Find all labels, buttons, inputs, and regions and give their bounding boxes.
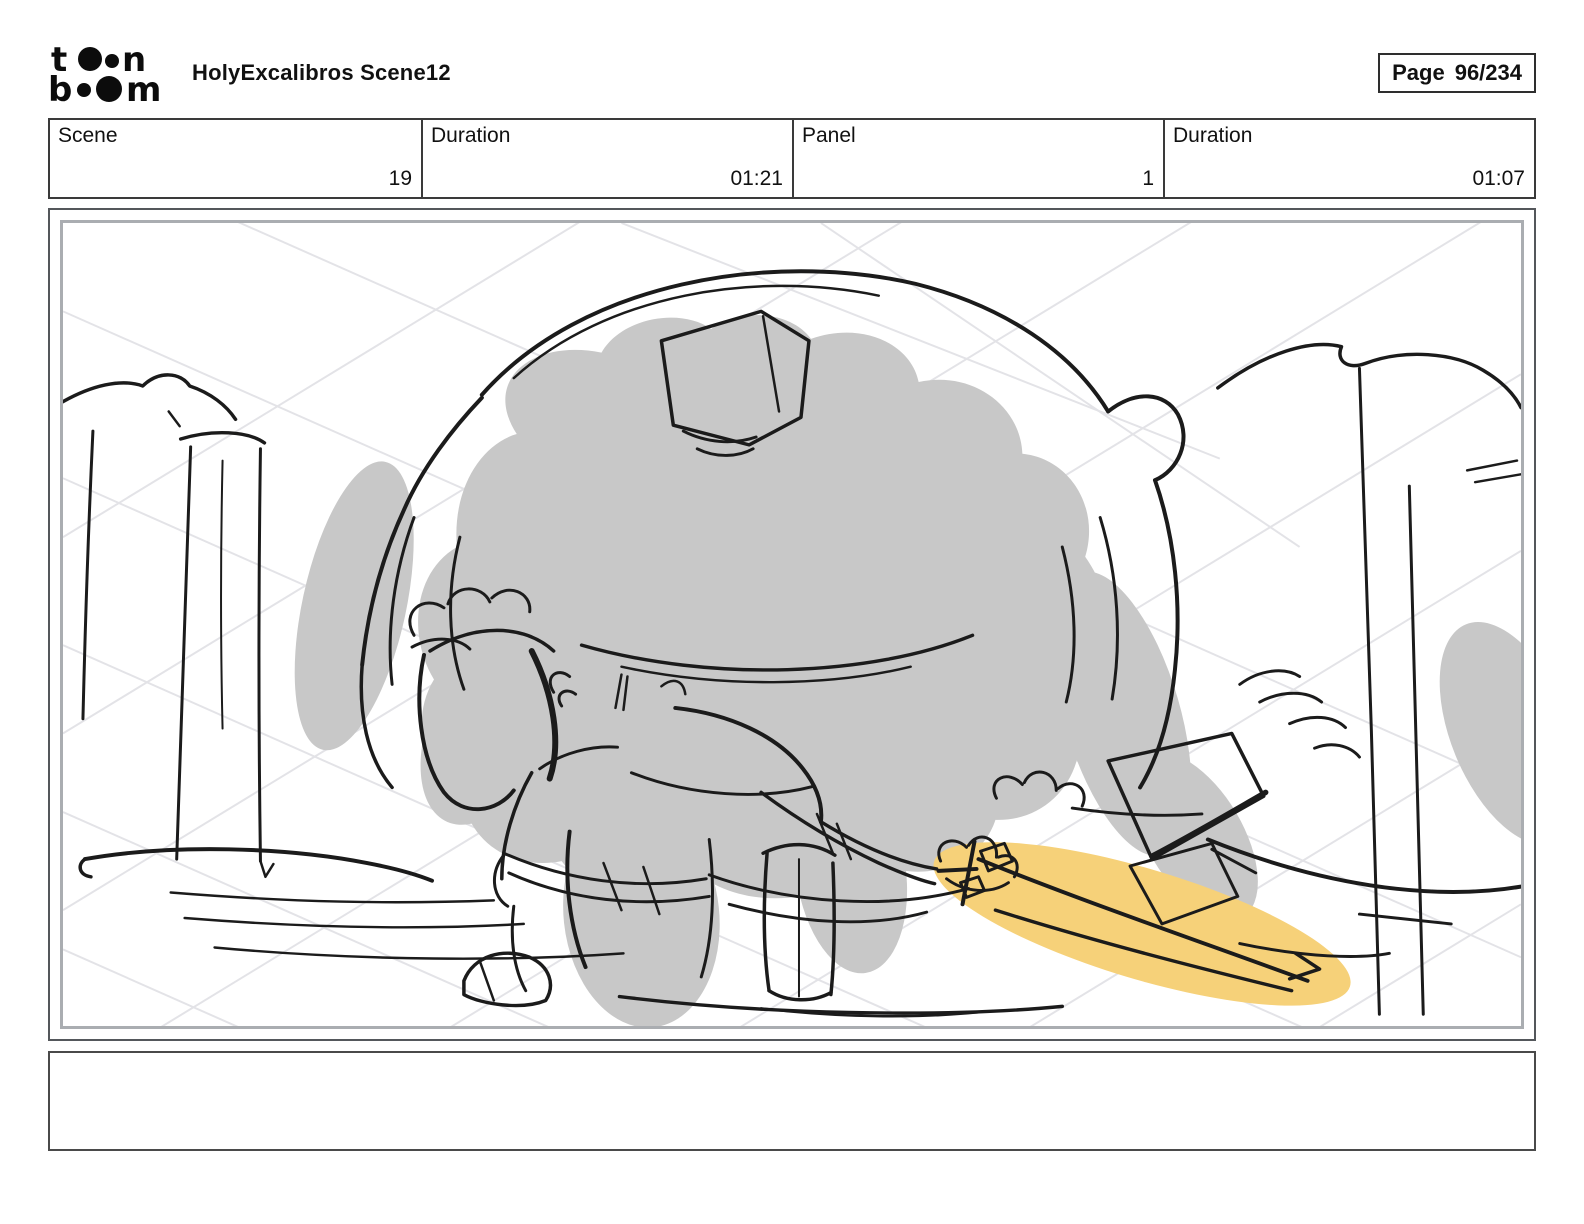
scene-duration-cell: Duration 01:21: [421, 120, 792, 197]
scene-value: 19: [388, 167, 412, 190]
brand-block: t n b m HolyExcalibros Scene12: [48, 41, 451, 105]
logo-dot-small-1: [105, 54, 119, 68]
logo-letter-m: m: [126, 70, 161, 105]
project-title: HolyExcalibros Scene12: [192, 60, 451, 85]
logo-dot-small-2: [77, 83, 91, 97]
page-indicator: Page 96/234: [1378, 53, 1536, 93]
panel-label: Panel: [802, 124, 856, 147]
scene-cell: Scene 19: [50, 120, 421, 197]
panel-duration-value: 01:07: [1472, 167, 1525, 190]
panel-value: 1: [1142, 167, 1154, 190]
golem-torso-shade: [418, 315, 1110, 899]
scene-label: Scene: [58, 124, 118, 147]
panel-duration-label: Duration: [1173, 124, 1253, 147]
golem-far-right-arm-shade: [1439, 622, 1521, 845]
scene-info-row: Scene 19 Duration 01:21 Panel 1 Duration…: [48, 118, 1536, 199]
page-label: Page: [1392, 60, 1445, 85]
logo-dot-large-2: [96, 76, 122, 102]
storyboard-panel-frame: [60, 220, 1524, 1029]
panel-duration-cell: Duration 01:07: [1163, 120, 1534, 197]
page-header: t n b m HolyExcalibros Scene12 Page 96/2…: [48, 40, 1536, 106]
scene-duration-value: 01:21: [730, 167, 783, 190]
panel-cell: Panel 1: [792, 120, 1163, 197]
toonboom-logo: t n b m: [48, 41, 161, 105]
page-value: 96/234: [1454, 60, 1522, 85]
scene-duration-label: Duration: [431, 124, 511, 147]
logo-dot-large-1: [78, 47, 102, 71]
logo-letter-b: b: [48, 70, 72, 105]
storyboard-page: t n b m HolyExcalibros Scene12 Page 96/2…: [0, 0, 1584, 1224]
storyboard-panel: [48, 208, 1536, 1041]
caption-box: [48, 1051, 1536, 1151]
storyboard-drawing: [63, 223, 1521, 1026]
